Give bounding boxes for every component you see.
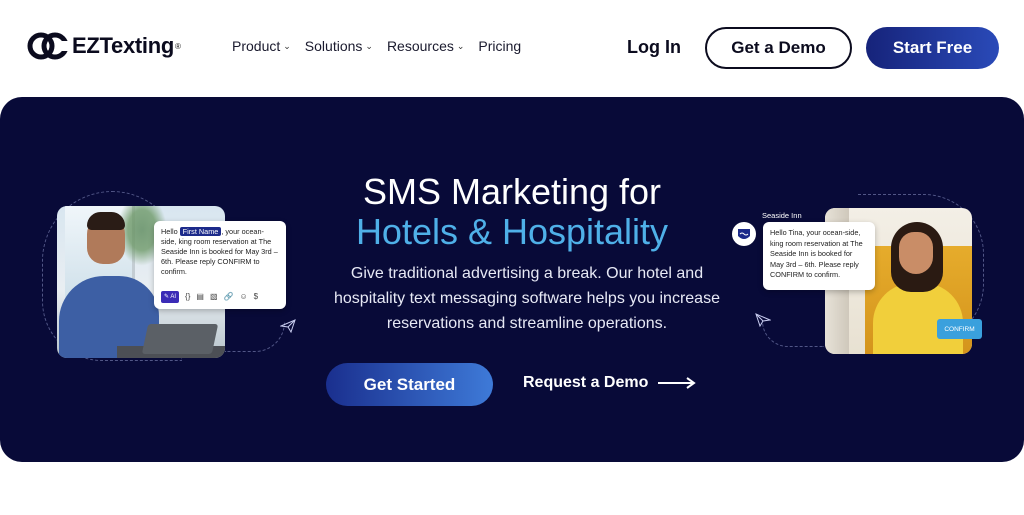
image-icon: ▧ bbox=[209, 292, 218, 301]
woman-face bbox=[899, 232, 933, 274]
chevron-down-icon: ⌄ bbox=[456, 40, 465, 51]
logo-text: EZTexting bbox=[72, 33, 175, 58]
arrow-right-icon bbox=[658, 377, 697, 389]
menu-item-label: Solutions bbox=[304, 38, 363, 54]
paper-plane-icon bbox=[280, 319, 296, 333]
laptop bbox=[141, 324, 219, 354]
menu-item-pricing[interactable]: Pricing bbox=[478, 38, 521, 54]
template-icon: ▤ bbox=[196, 292, 204, 301]
get-demo-button[interactable]: Get a Demo bbox=[705, 27, 852, 69]
confirm-reply-chip: CONFIRM bbox=[937, 319, 982, 339]
main-menu: Product ⌄ Solutions ⌄ Resources ⌄ Pricin… bbox=[232, 38, 535, 54]
menu-item-solutions[interactable]: Solutions ⌄ bbox=[305, 38, 373, 54]
hero-section: Hello First Name, your ocean-side, king … bbox=[0, 97, 1024, 462]
received-message-card: Hello Tina, your ocean-side, king room r… bbox=[763, 222, 875, 290]
login-link[interactable]: Log In bbox=[627, 37, 681, 58]
decorative-dashed-curve bbox=[762, 321, 824, 347]
brand-logo[interactable]: EZTexting ® bbox=[27, 29, 181, 63]
menu-item-label: Product bbox=[232, 38, 281, 54]
chevron-down-icon: ⌄ bbox=[365, 40, 373, 51]
request-demo-link[interactable]: Request a Demo bbox=[523, 374, 697, 392]
message-toolbar: ✎ AI {} ▤ ▧ 🔗 ☺ $ bbox=[161, 291, 258, 303]
hotel-logo-icon bbox=[732, 222, 756, 246]
sender-name: Seaside Inn bbox=[762, 211, 802, 220]
request-demo-label: Request a Demo bbox=[523, 374, 649, 391]
link-icon: 🔗 bbox=[223, 292, 234, 301]
logo-registered-mark: ® bbox=[175, 41, 181, 51]
menu-item-product[interactable]: Product ⌄ bbox=[232, 38, 291, 54]
start-free-button[interactable]: Start Free bbox=[866, 27, 999, 69]
get-started-button[interactable]: Get Started bbox=[326, 363, 493, 406]
menu-item-label: Resources bbox=[386, 38, 454, 54]
chevron-down-icon: ⌄ bbox=[283, 40, 291, 51]
logo-mark-icon bbox=[27, 32, 71, 60]
menu-item-resources[interactable]: Resources ⌄ bbox=[387, 38, 464, 54]
hero-description: Give traditional advertising a break. Ou… bbox=[334, 265, 720, 332]
emoji-icon: ☺ bbox=[239, 292, 248, 301]
menu-item-label: Pricing bbox=[478, 38, 522, 54]
decorative-dashed-curve bbox=[225, 322, 285, 352]
ai-button: ✎ AI bbox=[161, 291, 180, 303]
dollar-icon: $ bbox=[253, 292, 259, 301]
paper-plane-icon bbox=[755, 313, 771, 327]
merge-tag-icon: {} bbox=[185, 292, 191, 301]
top-navigation: EZTexting ® Product ⌄ Solutions ⌄ Resour… bbox=[0, 0, 1024, 97]
